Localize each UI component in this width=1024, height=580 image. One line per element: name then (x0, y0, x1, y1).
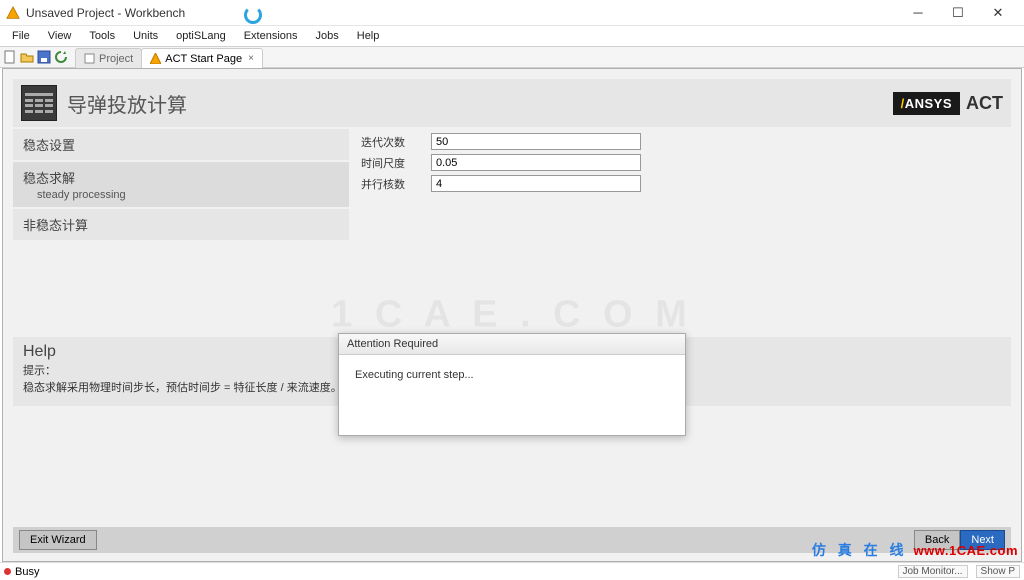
tab-close-icon[interactable]: × (248, 53, 254, 64)
dialog-title: Attention Required (339, 334, 685, 355)
label-iterations: 迭代次数 (361, 134, 431, 150)
tabs: Project ACT Start Page × (75, 46, 262, 68)
sidebar-item-sublabel: steady processing (23, 187, 339, 201)
watermark-cn: 仿 真 在 线 (812, 540, 908, 560)
sidebar-item-label: 稳态设置 (23, 138, 75, 153)
toolbar: Project ACT Start Page × (0, 46, 1024, 68)
menu-view[interactable]: View (40, 28, 80, 44)
tab-project-label: Project (99, 53, 133, 65)
menu-optislang[interactable]: optiSLang (168, 28, 234, 44)
save-icon[interactable] (36, 49, 52, 65)
wizard-sidebar: 稳态设置 稳态求解 steady processing 非稳态计算 (13, 129, 349, 242)
new-icon[interactable] (2, 49, 18, 65)
maximize-button[interactable]: ☐ (938, 1, 978, 25)
attention-dialog: Attention Required Executing current ste… (338, 333, 686, 436)
brand-act: ACT (966, 93, 1003, 114)
toolbar-icons (2, 49, 75, 65)
statusbar: Busy Job Monitor... Show P (0, 562, 1024, 580)
watermark-bottom: 仿 真 在 线 www.1CAE.com (812, 540, 1018, 560)
page-title: 导弹投放计算 (67, 89, 893, 118)
show-progress-button[interactable]: Show P (976, 565, 1020, 578)
act-icon (150, 53, 161, 64)
label-cores: 并行核数 (361, 176, 431, 192)
sidebar-item-unsteady[interactable]: 非稳态计算 (13, 209, 349, 240)
watermark-url: www.1CAE.com (914, 543, 1018, 558)
sidebar-item-label: 稳态求解 (23, 171, 75, 186)
menu-file[interactable]: File (4, 28, 38, 44)
refresh-icon[interactable] (53, 49, 69, 65)
menu-extensions[interactable]: Extensions (236, 28, 306, 44)
watermark-center: 1 C A E . C O M (331, 294, 693, 337)
content: 稳态设置 稳态求解 steady processing 非稳态计算 迭代次数 时… (13, 129, 1011, 242)
project-icon (84, 53, 95, 64)
tab-act-start[interactable]: ACT Start Page × (141, 48, 263, 68)
row-cores: 并行核数 (361, 175, 1001, 192)
sidebar-item-steady-solve[interactable]: 稳态求解 steady processing (13, 162, 349, 207)
input-iterations[interactable] (431, 133, 641, 150)
workspace: 1 C A E . C O M 导弹投放计算 /ANSYS ACT 稳态设置 稳… (2, 68, 1022, 562)
input-timescale[interactable] (431, 154, 641, 171)
form-area: 迭代次数 时间尺度 并行核数 (351, 129, 1011, 242)
input-cores[interactable] (431, 175, 641, 192)
dialog-body: Executing current step... (339, 355, 685, 435)
window-controls: ─ ☐ ✕ (898, 1, 1018, 25)
job-monitor-button[interactable]: Job Monitor... (898, 565, 968, 578)
row-timescale: 时间尺度 (361, 154, 1001, 171)
brand-ansys: /ANSYS (893, 92, 960, 115)
menu-help[interactable]: Help (349, 28, 388, 44)
tab-project[interactable]: Project (75, 48, 142, 68)
menu-tools[interactable]: Tools (81, 28, 123, 44)
sidebar-item-label: 非稳态计算 (23, 218, 88, 233)
sidebar-item-steady-settings[interactable]: 稳态设置 (13, 129, 349, 160)
tab-act-label: ACT Start Page (165, 53, 242, 65)
menubar: File View Tools Units optiSLang Extensio… (0, 26, 1024, 46)
row-iterations: 迭代次数 (361, 133, 1001, 150)
menu-jobs[interactable]: Jobs (308, 28, 347, 44)
status-dot-icon (4, 568, 11, 575)
status-text: Busy (15, 566, 39, 578)
brand: /ANSYS ACT (893, 92, 1003, 115)
window-title: Unsaved Project - Workbench (26, 6, 898, 20)
calculator-icon (21, 85, 57, 121)
minimize-button[interactable]: ─ (898, 1, 938, 25)
menu-units[interactable]: Units (125, 28, 166, 44)
exit-wizard-button[interactable]: Exit Wizard (19, 530, 97, 550)
busy-cursor-icon (244, 6, 262, 24)
page-header: 导弹投放计算 /ANSYS ACT (13, 79, 1011, 127)
app-icon (6, 6, 20, 20)
open-icon[interactable] (19, 49, 35, 65)
close-button[interactable]: ✕ (978, 1, 1018, 25)
status-right: Job Monitor... Show P (898, 565, 1021, 578)
label-timescale: 时间尺度 (361, 155, 431, 171)
titlebar: Unsaved Project - Workbench ─ ☐ ✕ (0, 0, 1024, 26)
